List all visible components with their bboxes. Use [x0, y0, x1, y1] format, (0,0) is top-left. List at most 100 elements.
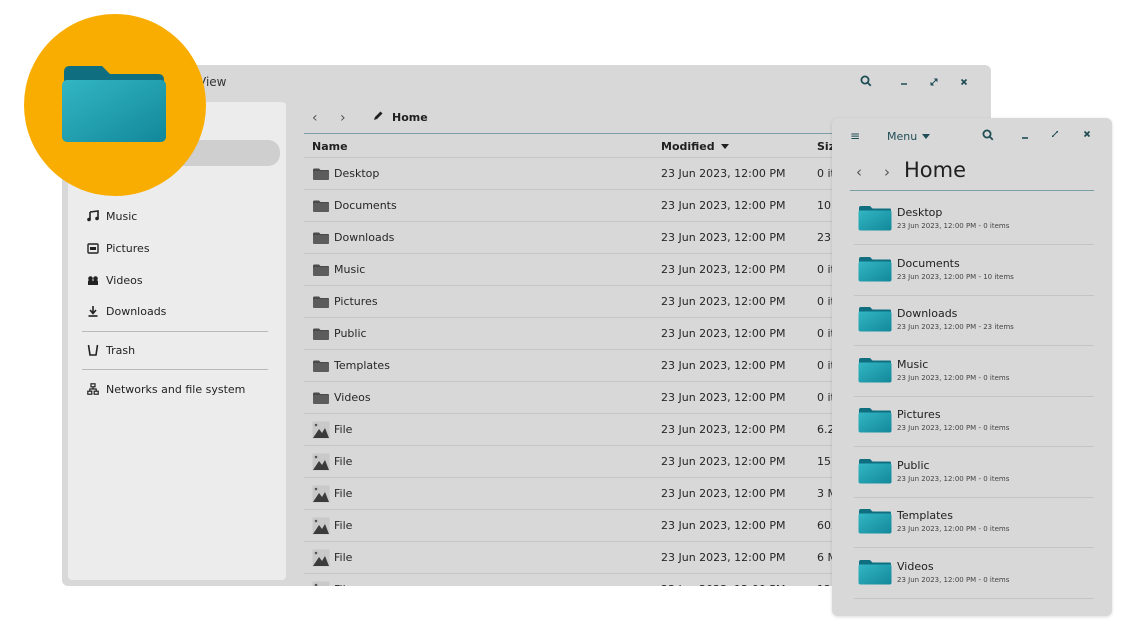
image-file-icon [312, 421, 330, 439]
pencil-icon[interactable] [372, 110, 384, 125]
sidebar-item-networks[interactable]: Networks and file system [86, 378, 245, 400]
folder-icon [312, 165, 330, 183]
breadcrumb[interactable]: Home [372, 110, 428, 125]
table-row[interactable]: Templates23 Jun 2023, 12:00 PM0 items [304, 350, 904, 382]
table-row[interactable]: File23 Jun 2023, 12:00 PM6.2 MB [304, 414, 904, 446]
table-row[interactable]: File 23 Jun 2023, 12:00 PM 6 MB [304, 542, 904, 574]
sidebar-item-music[interactable]: Music [86, 205, 137, 227]
list-item[interactable]: Music 23 Jun 2023, 12:00 PM - 0 items [854, 346, 1094, 397]
search-icon[interactable] [858, 75, 874, 91]
table-row[interactable]: Pictures23 Jun 2023, 12:00 PM0 items [304, 286, 904, 318]
folder-icon [858, 256, 892, 286]
row-modified: 23 Jun 2023, 12:00 PM [661, 487, 786, 500]
minimize-icon[interactable] [1018, 129, 1032, 143]
row-modified: 23 Jun 2023, 12:00 PM [661, 263, 786, 276]
network-icon [86, 382, 100, 396]
row-modified: 23 Jun 2023, 12:00 PM [661, 327, 786, 340]
menu-button[interactable]: Menu [887, 130, 931, 143]
back-icon[interactable]: ‹ [312, 110, 318, 126]
list-item[interactable]: Videos 23 Jun 2023, 12:00 PM - 0 items [854, 548, 1094, 599]
list-item-meta: 23 Jun 2023, 12:00 PM - 0 items [897, 222, 1010, 230]
row-name-cell: Documents [312, 190, 397, 221]
row-name: File [334, 551, 353, 564]
row-name: Pictures [334, 295, 378, 308]
list-item[interactable]: Public 23 Jun 2023, 12:00 PM - 0 items [854, 447, 1094, 498]
image-file-icon [312, 581, 330, 586]
list-item[interactable]: Desktop 23 Jun 2023, 12:00 PM - 0 items [854, 194, 1094, 245]
sidebar-item-label: Pictures [106, 241, 150, 255]
sidebar-item-trash[interactable]: Trash [86, 339, 135, 361]
table-row[interactable]: File23 Jun 2023, 12:00 PM126 kB [304, 574, 904, 586]
row-name: Downloads [334, 231, 395, 244]
row-name-cell: File [312, 542, 352, 573]
row-name-cell: File [312, 478, 352, 509]
table-row[interactable]: Videos23 Jun 2023, 12:00 PM0 items [304, 382, 904, 414]
folder-icon [312, 389, 330, 407]
row-modified: 23 Jun 2023, 12:00 PM [661, 231, 786, 244]
list-item-meta: 23 Jun 2023, 12:00 PM - 10 items [897, 272, 1014, 281]
row-name-cell: Templates [312, 350, 390, 381]
table-row[interactable]: File 23 Jun 2023, 12:00 PM 3 MB [304, 478, 904, 510]
close-icon[interactable] [956, 75, 972, 91]
back-icon[interactable]: ‹ [856, 163, 862, 181]
column-header-name[interactable]: Name [312, 140, 348, 153]
sidebar-item-label: Music [106, 209, 138, 223]
sidebar-item-videos[interactable]: Videos [86, 269, 143, 291]
forward-icon[interactable]: › [340, 110, 346, 126]
row-modified: 23 Jun 2023, 12:00 PM [661, 199, 786, 212]
sidebar-item-pictures[interactable]: Pictures [86, 237, 150, 259]
forward-icon[interactable]: › [884, 163, 890, 181]
row-name: Music [334, 263, 366, 276]
row-modified: 23 Jun 2023, 12:00 PM [661, 295, 786, 308]
row-name-cell: File [312, 414, 352, 445]
sidebar-divider [82, 369, 268, 370]
list-item[interactable]: Templates 23 Jun 2023, 12:00 PM - 0 items [854, 497, 1094, 548]
table-row[interactable]: Downloads23 Jun 2023, 12:00 PM23 items [304, 222, 904, 254]
image-file-icon [312, 517, 330, 535]
app-icon-badge [24, 14, 206, 196]
list-item[interactable]: Downloads 23 Jun 2023, 12:00 PM - 23 item… [854, 295, 1094, 346]
list-item-meta: 23 Jun 2023, 12:00 PM - 0 items [897, 525, 1010, 533]
list-item-name: Desktop [897, 206, 943, 219]
minimize-icon[interactable] [896, 75, 912, 91]
folder-icon [312, 261, 330, 279]
hamburger-menu-icon[interactable]: ≡ [850, 129, 860, 143]
table-row[interactable]: Desktop23 Jun 2023, 12:00 PM0 items [304, 158, 904, 190]
table-row[interactable]: File23 Jun 2023, 12:00 PM15 MB [304, 446, 904, 478]
row-modified: 23 Jun 2023, 12:00 PM [661, 551, 786, 564]
pictures-icon [86, 241, 100, 255]
folder-icon [858, 508, 892, 538]
list-item-name: Downloads [897, 307, 958, 320]
sidebar-item-downloads[interactable]: Downloads [86, 300, 166, 322]
list-item[interactable]: Documents 23 Jun 2023, 12:00 PM - 10 item… [854, 245, 1094, 296]
list-item[interactable]: Pictures 23 Jun 2023, 12:00 PM - 0 items [854, 396, 1094, 447]
breadcrumb-home[interactable]: Home [392, 111, 428, 124]
list-item-name: Documents [897, 256, 960, 270]
row-modified: 23 Jun 2023, 12:00 PM [661, 574, 786, 586]
row-name: Templates [334, 359, 390, 372]
row-name: File [334, 423, 353, 436]
folder-icon [312, 229, 330, 247]
folder-icon [858, 205, 892, 235]
search-icon[interactable] [981, 129, 995, 143]
row-name-cell: Videos [312, 382, 371, 413]
maximize-icon[interactable] [926, 75, 942, 91]
table-row[interactable]: Documents23 Jun 2023, 12:00 PM10 items [304, 190, 904, 222]
folder-icon [312, 197, 330, 215]
column-header-modified[interactable]: Modified [661, 140, 729, 153]
page-title: Home [904, 158, 967, 182]
close-icon[interactable] [1080, 129, 1094, 143]
sort-descending-icon[interactable] [720, 140, 729, 153]
table-row[interactable]: Public23 Jun 2023, 12:00 PM0 items [304, 318, 904, 350]
chevron-down-icon [922, 133, 931, 139]
table-row[interactable]: Music23 Jun 2023, 12:00 PM0 items [304, 254, 904, 286]
folder-icon [858, 357, 892, 387]
maximize-icon[interactable] [1048, 129, 1062, 143]
row-name-cell: File [312, 446, 352, 477]
row-modified: 23 Jun 2023, 12:00 PM [661, 423, 786, 436]
list-item-name: Templates [897, 509, 953, 522]
sidebar-item-label: Downloads [106, 304, 167, 318]
sidebar-divider [82, 331, 268, 332]
videos-icon [86, 273, 100, 287]
table-row[interactable]: File23 Jun 2023, 12:00 PM602 kB [304, 510, 904, 542]
